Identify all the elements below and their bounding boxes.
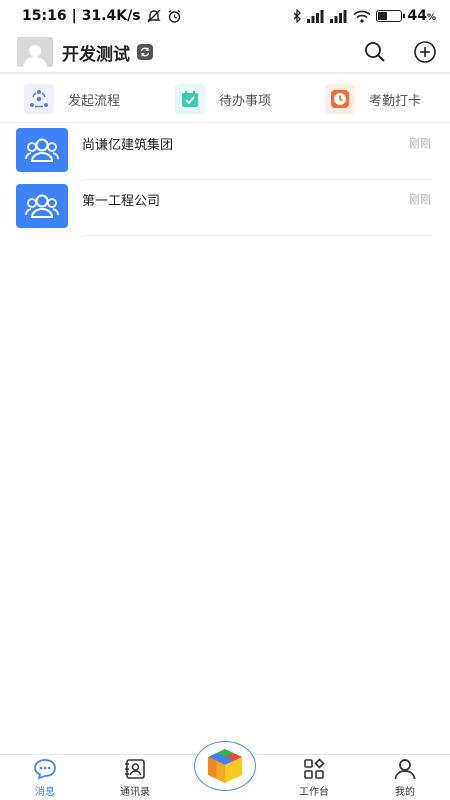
avatar[interactable] — [17, 37, 53, 67]
chat-icon — [33, 757, 57, 781]
nav-label: 消息 — [35, 787, 55, 798]
group-icon — [25, 194, 59, 218]
conversation-name: 尚谦亿建筑集团 — [82, 138, 174, 153]
group-avatar — [16, 128, 68, 172]
list-item[interactable]: 尚谦亿建筑集团 刚刚 — [0, 124, 450, 180]
signal-icon-2 — [330, 9, 348, 23]
bluetooth-icon — [293, 9, 302, 23]
nav-label: 通讯录 — [120, 787, 150, 798]
quick-action-todo[interactable]: 待办事项 — [175, 84, 271, 114]
quick-actions-divider — [0, 122, 450, 123]
signal-icon — [307, 9, 325, 23]
status-time: 15:16 — [22, 8, 67, 24]
quick-action-label: 待办事项 — [219, 93, 272, 109]
conversation-list: 尚谦亿建筑集团 刚刚 第一工程公司 刚刚 — [0, 124, 450, 236]
status-right: 44% — [293, 8, 436, 24]
status-bar: 15:16 | 31.4K/s 44% — [0, 0, 450, 32]
status-left: 15:16 | 31.4K/s — [22, 8, 182, 24]
clock-icon — [325, 84, 355, 114]
nav-profile[interactable]: 我的 — [375, 757, 435, 799]
battery-percent: 44% — [407, 8, 436, 24]
app-cube-icon — [208, 749, 242, 783]
status-separator: | — [71, 8, 77, 24]
page-title: 开发测试 — [62, 44, 130, 65]
add-button[interactable] — [412, 39, 438, 65]
wifi-icon — [353, 10, 372, 23]
search-icon — [365, 42, 385, 62]
group-icon — [25, 138, 59, 162]
header-divider — [0, 72, 450, 75]
nav-label: 工作台 — [299, 787, 329, 798]
quick-action-attendance[interactable]: 考勤打卡 — [325, 84, 421, 114]
quick-action-start-flow[interactable]: 发起流程 — [24, 84, 120, 114]
battery-percent-number: 44 — [407, 8, 427, 24]
mute-notification-icon — [146, 9, 162, 23]
battery-fill — [378, 12, 388, 20]
plus-circle-icon — [414, 41, 436, 63]
workbench-icon — [302, 757, 326, 781]
conversation-time: 刚刚 — [409, 137, 431, 150]
quick-action-label: 发起流程 — [68, 93, 121, 109]
alarm-icon — [167, 9, 182, 24]
profile-icon — [393, 757, 417, 781]
contacts-icon — [123, 757, 147, 781]
center-app-button[interactable] — [194, 741, 256, 791]
search-button[interactable] — [362, 39, 388, 65]
divider — [82, 235, 431, 236]
calendar-check-icon — [175, 84, 205, 114]
quick-action-label: 考勤打卡 — [369, 93, 422, 109]
quick-actions-bar: 发起流程 待办事项 考勤打卡 — [0, 79, 450, 119]
group-avatar — [16, 184, 68, 228]
nav-label: 我的 — [395, 787, 415, 798]
nav-workbench[interactable]: 工作台 — [284, 757, 344, 799]
battery-percent-sign: % — [426, 13, 436, 23]
network-speed: 31.4K/s — [81, 8, 141, 24]
switch-org-icon[interactable] — [137, 44, 153, 60]
conversation-name: 第一工程公司 — [82, 194, 161, 209]
battery-icon — [376, 10, 406, 22]
person-silhouette-icon — [23, 45, 47, 67]
header: 开发测试 — [0, 32, 450, 72]
header-actions — [362, 39, 438, 65]
battery-tip — [403, 14, 406, 18]
conversation-time: 刚刚 — [409, 193, 431, 206]
list-item[interactable]: 第一工程公司 刚刚 — [0, 180, 450, 236]
nav-contacts[interactable]: 通讯录 — [105, 757, 165, 799]
flow-icon — [24, 84, 54, 114]
nav-messages[interactable]: 消息 — [15, 757, 75, 799]
